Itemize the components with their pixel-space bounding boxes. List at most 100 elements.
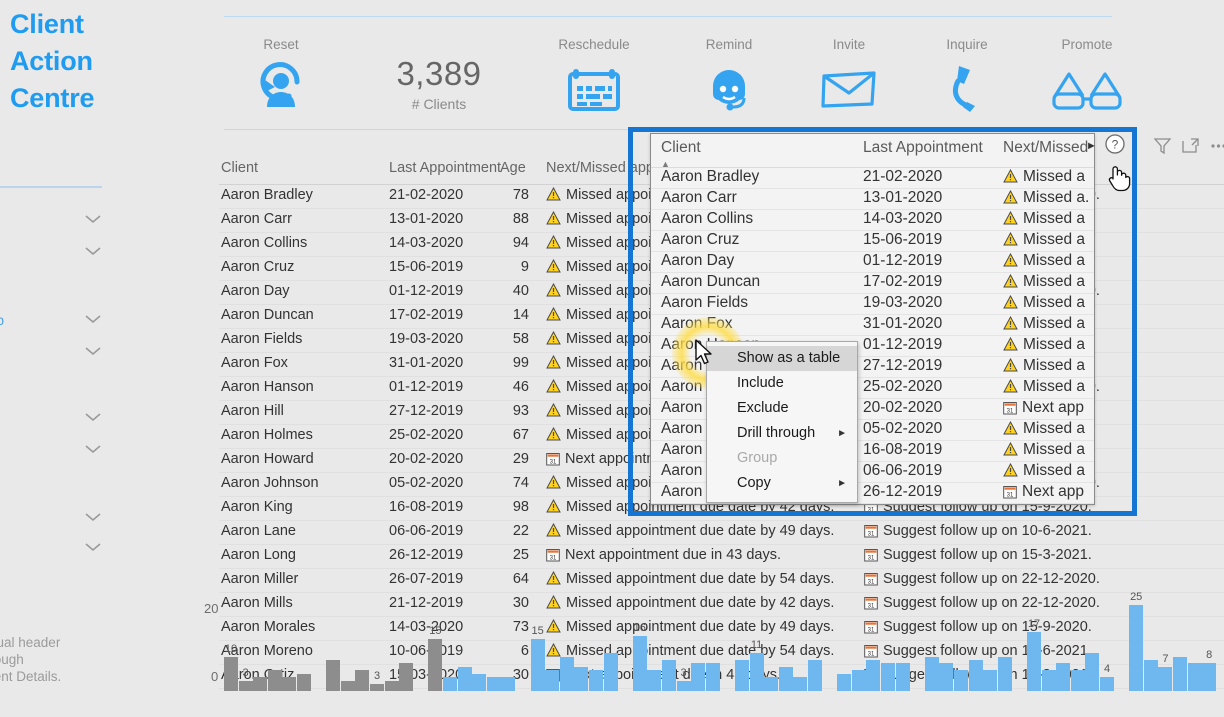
chart-bar[interactable] bbox=[997, 656, 1012, 691]
chart-bar[interactable] bbox=[428, 639, 443, 691]
chevron-down-icon[interactable] bbox=[82, 410, 104, 424]
chart-bar[interactable] bbox=[939, 663, 954, 691]
chart-bar[interactable] bbox=[1129, 604, 1144, 691]
chart-bar[interactable] bbox=[764, 677, 779, 691]
chart-bar[interactable] bbox=[399, 663, 414, 691]
chart-bar[interactable] bbox=[647, 670, 662, 691]
chevron-down-icon[interactable] bbox=[82, 510, 104, 524]
chart-bar[interactable] bbox=[267, 670, 282, 691]
chart-bar[interactable] bbox=[1027, 632, 1041, 691]
chart-bar[interactable] bbox=[881, 663, 895, 691]
overlay-column-header-next-missed[interactable]: Next/Missed bbox=[1003, 139, 1088, 157]
context-menu-item[interactable]: Drill through ► bbox=[707, 421, 857, 446]
chart-bar[interactable] bbox=[326, 659, 341, 691]
chart-bar[interactable] bbox=[443, 677, 457, 691]
overlay-table-row[interactable]: Aaron Fields 19-03-2020 Missed a bbox=[651, 294, 1094, 315]
context-menu-item-label: Include bbox=[737, 375, 784, 391]
chart-bar[interactable] bbox=[370, 684, 384, 691]
chevron-down-icon[interactable] bbox=[82, 212, 104, 226]
chart-bar[interactable] bbox=[735, 659, 749, 691]
reset-button[interactable]: Reset bbox=[231, 37, 331, 114]
focus-mode-icon[interactable] bbox=[1178, 133, 1203, 158]
chart-bar[interactable] bbox=[282, 677, 297, 691]
chart-bar[interactable] bbox=[486, 677, 501, 691]
chevron-down-icon[interactable] bbox=[82, 344, 104, 358]
chevron-right-icon[interactable]: ► bbox=[1086, 140, 1097, 152]
chart-bar[interactable] bbox=[968, 659, 983, 691]
overlay-cell-last-appointment: 15-06-2019 bbox=[863, 231, 943, 248]
chart-bar[interactable] bbox=[603, 653, 618, 691]
chart-bar[interactable] bbox=[1187, 663, 1202, 691]
chart-bar[interactable] bbox=[851, 670, 866, 691]
cell-age: 64 bbox=[512, 571, 529, 587]
chart-bar[interactable] bbox=[1173, 656, 1187, 691]
table-row[interactable]: Aaron Lane 06-06-2019 22 Missed appointment… bbox=[219, 521, 1224, 545]
chart-bar[interactable] bbox=[1056, 663, 1071, 691]
filter-icon[interactable] bbox=[1150, 133, 1175, 158]
chart-bar[interactable] bbox=[238, 680, 253, 691]
context-menu[interactable]: Show as a table Include Exclude Drill throu… bbox=[706, 341, 858, 503]
chart-bar[interactable] bbox=[676, 680, 691, 691]
chart-bar[interactable] bbox=[924, 656, 939, 691]
overlay-column-header-client[interactable]: Client bbox=[661, 139, 701, 157]
chart-bar[interactable] bbox=[691, 663, 706, 691]
chart-bar[interactable] bbox=[895, 663, 910, 691]
warning-icon bbox=[546, 186, 561, 205]
chevron-down-icon[interactable] bbox=[82, 442, 104, 456]
chevron-down-icon[interactable] bbox=[82, 312, 104, 326]
chevron-down-icon[interactable] bbox=[82, 540, 104, 554]
overlay-column-header-last-appointment[interactable]: Last Appointment bbox=[863, 139, 983, 157]
overlay-table-row[interactable]: Aaron Collins 14-03-2020 Missed a bbox=[651, 210, 1094, 231]
chart-bar[interactable] bbox=[983, 670, 998, 691]
context-menu-item[interactable]: Include bbox=[707, 371, 857, 396]
cell-last-appointment: 01-12-2019 bbox=[389, 379, 464, 395]
chart-bar[interactable] bbox=[457, 666, 472, 691]
chart-bar[interactable] bbox=[545, 670, 560, 691]
overlay-table-row[interactable]: Aaron Cruz 15-06-2019 Missed a bbox=[651, 231, 1094, 252]
reschedule-button[interactable]: Reschedule bbox=[524, 37, 664, 114]
chart-bar[interactable] bbox=[589, 670, 603, 691]
chart-bar[interactable] bbox=[253, 677, 268, 691]
column-header-last-appointment[interactable]: Last Appointment bbox=[389, 160, 501, 176]
overlay-table-row[interactable]: Aaron Duncan 17-02-2019 Missed a bbox=[651, 273, 1094, 294]
chart-bar[interactable] bbox=[340, 680, 355, 691]
inquire-button[interactable]: Inquire bbox=[897, 37, 1037, 114]
chart-bar[interactable] bbox=[749, 653, 764, 691]
chart-bar[interactable] bbox=[384, 680, 399, 691]
overlay-table-row[interactable]: Aaron Bradley 21-02-2020 Missed a bbox=[651, 168, 1094, 189]
column-header-age[interactable]: Age bbox=[500, 160, 526, 176]
chart-bar[interactable] bbox=[530, 639, 545, 691]
overlay-table-row[interactable]: Aaron Carr 13-01-2020 Missed a. bbox=[651, 189, 1094, 210]
column-header-client[interactable]: Client bbox=[221, 160, 258, 176]
headset-agent-icon bbox=[659, 58, 799, 114]
context-menu-item-label: Exclude bbox=[737, 400, 789, 416]
context-menu-item[interactable]: Show as a table bbox=[707, 346, 857, 371]
overlay-table-row[interactable]: Aaron Day 01-12-2019 Missed a bbox=[651, 252, 1094, 273]
chart-bar[interactable] bbox=[793, 677, 808, 691]
table-row[interactable]: Aaron Long 26-12-2019 25 31 Next appointment… bbox=[219, 545, 1224, 569]
chart-bar[interactable] bbox=[808, 659, 822, 691]
chart-bar[interactable] bbox=[574, 666, 589, 691]
chart-bar[interactable] bbox=[1202, 663, 1217, 691]
chart-bar[interactable] bbox=[472, 673, 487, 691]
context-menu-item[interactable]: Copy ► bbox=[707, 471, 857, 496]
chart-bar[interactable] bbox=[866, 659, 881, 691]
chevron-down-icon[interactable] bbox=[82, 244, 104, 258]
chart-bar[interactable] bbox=[501, 677, 516, 691]
chart-bar[interactable] bbox=[837, 673, 852, 691]
more-options-icon[interactable] bbox=[1206, 133, 1224, 158]
chart-bar[interactable] bbox=[1100, 677, 1114, 691]
promote-button[interactable]: Promote bbox=[1017, 37, 1157, 114]
help-icon[interactable]: ? bbox=[1103, 132, 1127, 156]
chart-bar[interactable] bbox=[1041, 670, 1056, 691]
chart-bar[interactable] bbox=[559, 656, 574, 691]
chart-bar[interactable] bbox=[1158, 666, 1173, 691]
remind-button[interactable]: Remind bbox=[659, 37, 799, 114]
chart-bar[interactable] bbox=[954, 670, 968, 691]
chart-bar[interactable] bbox=[1070, 670, 1085, 691]
chart-bar[interactable] bbox=[632, 635, 647, 691]
chart-bar[interactable] bbox=[297, 673, 311, 691]
context-menu-item[interactable]: Exclude bbox=[707, 396, 857, 421]
chart-bar[interactable] bbox=[778, 666, 793, 691]
chart-bar[interactable] bbox=[705, 663, 720, 691]
